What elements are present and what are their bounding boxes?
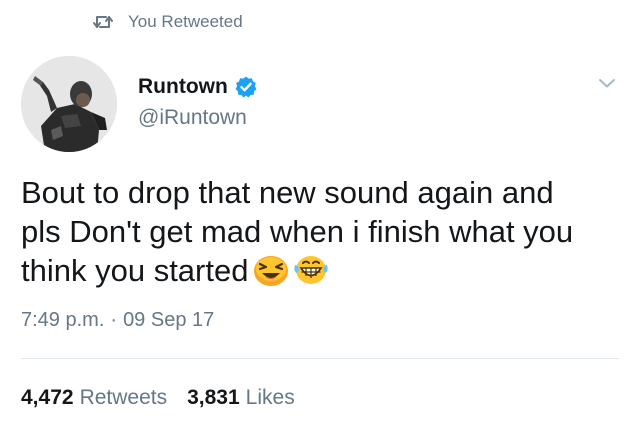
author-info[interactable]: Runtown @iRuntown bbox=[138, 72, 258, 130]
avatar[interactable] bbox=[21, 56, 117, 152]
retweets-label: Retweets bbox=[79, 386, 168, 409]
tweet-text: Bout to drop that new sound again and pl… bbox=[21, 173, 621, 290]
tweet-date: 09 Sep 17 bbox=[123, 309, 215, 331]
retweet-icon bbox=[92, 11, 114, 33]
tweet-stats: 4,472 Retweets 3,831 Likes bbox=[21, 386, 295, 410]
laughing-squint-emoji-icon bbox=[252, 253, 290, 287]
tweet-text-segment: think you started bbox=[21, 253, 249, 288]
tweet-text-line: think you started bbox=[21, 251, 621, 290]
grinning-tears-emoji-icon bbox=[292, 253, 330, 287]
likes-stat[interactable]: 3,831 Likes bbox=[187, 386, 295, 410]
timestamp-separator: · bbox=[110, 309, 118, 331]
tweet-detail: You Retweeted Runtown @iRuntown Bout to … bbox=[0, 0, 640, 437]
verified-badge-icon bbox=[234, 75, 258, 99]
chevron-down-icon[interactable] bbox=[596, 72, 618, 94]
display-name[interactable]: Runtown bbox=[138, 75, 228, 99]
tweet-time: 7:49 p.m. bbox=[21, 309, 105, 331]
retweets-count: 4,472 bbox=[21, 386, 74, 409]
divider bbox=[21, 358, 619, 359]
retweet-context-label: You Retweeted bbox=[128, 12, 243, 31]
retweets-stat[interactable]: 4,472 Retweets bbox=[21, 386, 167, 410]
retweet-context[interactable]: You Retweeted bbox=[92, 11, 243, 33]
tweet-text-line: Bout to drop that new sound again and bbox=[21, 175, 554, 210]
tweet-text-line: pls Don't get mad when i finish what you bbox=[21, 214, 574, 249]
likes-label: Likes bbox=[245, 386, 295, 409]
tweet-timestamp[interactable]: 7:49 p.m. · 09 Sep 17 bbox=[21, 309, 214, 332]
likes-count: 3,831 bbox=[187, 386, 240, 409]
user-handle[interactable]: @iRuntown bbox=[138, 106, 258, 130]
